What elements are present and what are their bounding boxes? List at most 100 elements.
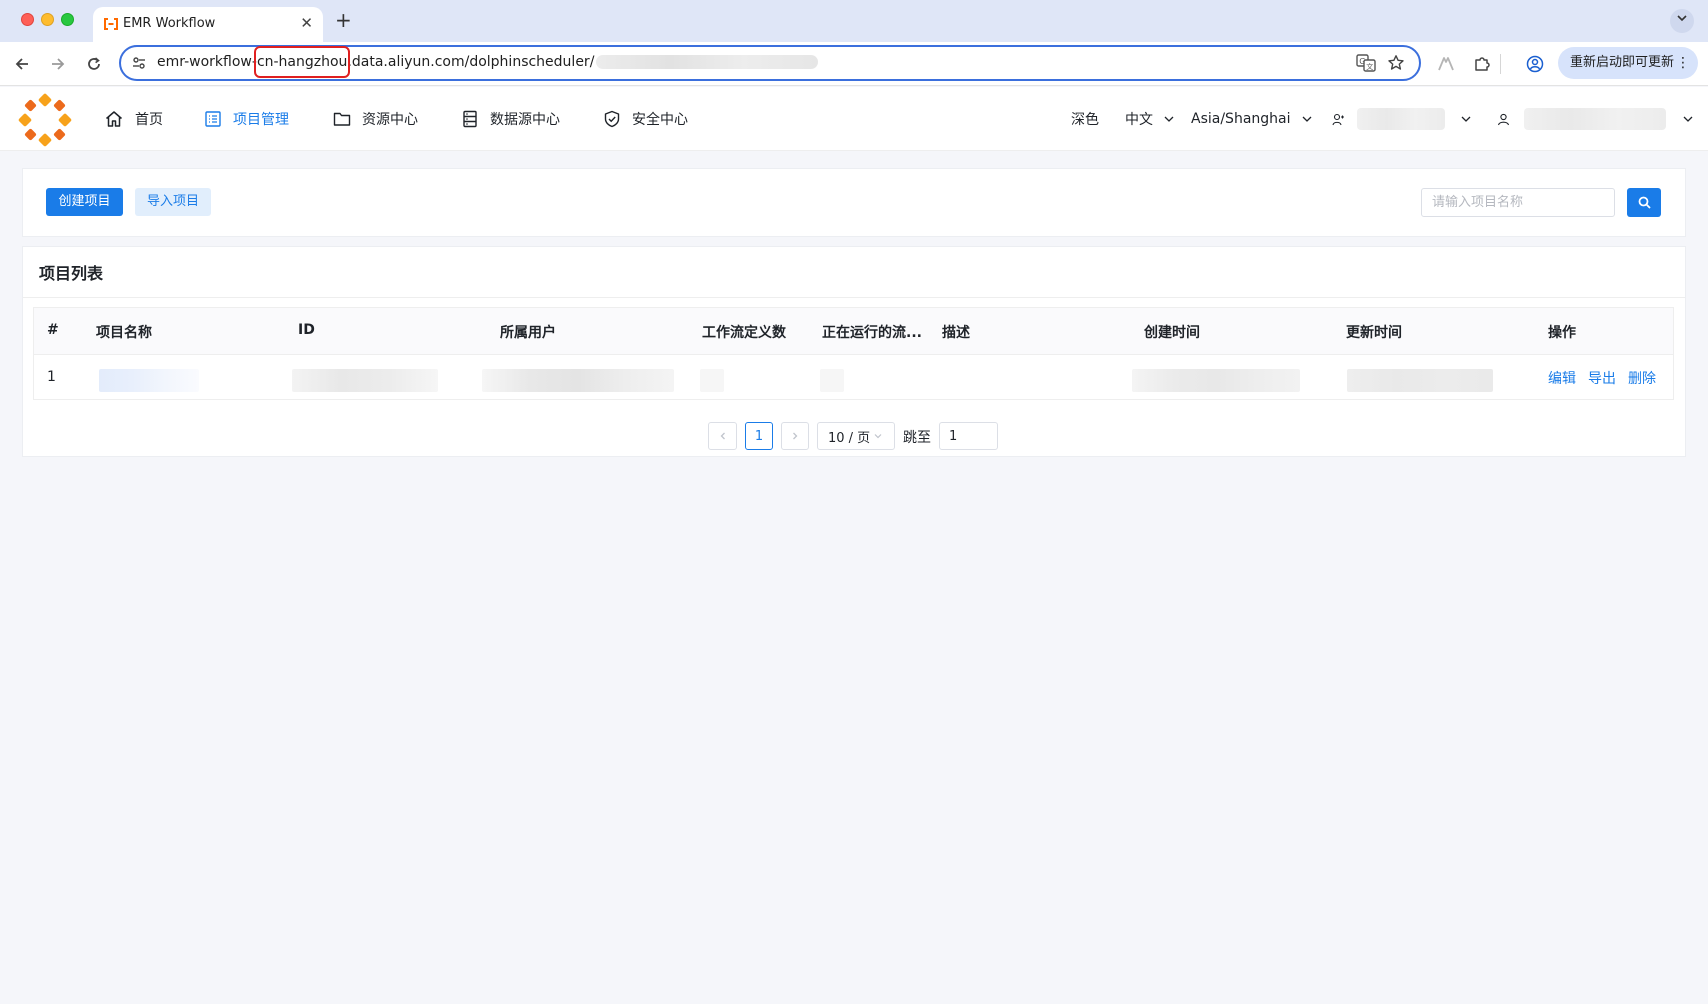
running-count-redacted [820,369,844,392]
create-project-button[interactable]: 创建项目 [46,188,123,216]
chevron-down-icon [1164,116,1174,122]
extension-a-icon[interactable] [1433,51,1459,77]
chevron-left-icon [720,432,725,440]
database-icon [463,110,477,128]
row-index: 1 [47,369,56,385]
prev-page-button[interactable] [708,422,737,450]
column-header-description: 描述 [942,325,970,341]
column-header-id: ID [298,322,315,338]
url-text[interactable]: emr-workflow-cn-hangzhou.data.aliyun.com… [157,54,819,70]
toolbar-divider [1500,54,1501,74]
project-search-input[interactable] [1421,188,1615,217]
import-project-button[interactable]: 导入项目 [135,188,211,216]
chevron-down-icon [1683,116,1693,122]
column-header-running-count: 正在运行的流... [822,325,922,341]
menu-item-datasource-label: 数据源中心 [490,112,560,128]
browser-tab[interactable]: EMR Workflow ✕ [93,7,323,42]
menu-item-home-label: 首页 [135,112,163,128]
page-size-select[interactable]: 10 / 页 [817,422,895,450]
profile-avatar-icon[interactable] [1522,51,1548,77]
forward-arrow-icon[interactable] [45,51,71,77]
new-tab-button[interactable]: + [335,8,352,32]
url-suffix: .data.aliyun.com/dolphinscheduler/ [347,54,595,70]
menu-item-home[interactable]: 首页 [104,87,163,151]
svg-text:文: 文 [1366,62,1373,71]
browser-tab-bar: EMR Workflow ✕ + [0,0,1708,42]
more-vertical-icon: ⋮ [1676,55,1690,71]
tenant-dropdown[interactable] [1460,87,1472,151]
project-list-title: 项目列表 [39,264,104,283]
back-arrow-icon[interactable] [9,51,35,77]
user-dropdown[interactable] [1682,87,1694,151]
project-id-redacted [292,369,438,392]
address-bar[interactable]: emr-workflow-cn-hangzhou.data.aliyun.com… [119,45,1421,81]
column-header-name: 项目名称 [96,325,152,341]
restart-update-label: 重新启动即可更新 [1570,55,1675,70]
table-header-row: # 项目名称 ID 所属用户 工作流定义数 正在运行的流... 描述 创建时间 … [34,308,1673,355]
column-header-actions: 操作 [1548,325,1576,341]
app-header: 首页 项目管理 资源中心 数据源中心 安全中心 深色 中文 Asia/Shang… [0,87,1708,151]
user-menu[interactable] [1497,87,1510,151]
username-redacted [1524,108,1666,130]
export-project-link[interactable]: 导出 [1588,368,1616,388]
title-divider [23,297,1685,298]
next-page-button[interactable] [781,422,809,450]
column-header-index: # [47,322,59,338]
workflow-count-redacted [700,369,724,392]
dolphinscheduler-logo-icon[interactable] [18,93,72,147]
column-header-owner: 所属用户 [500,325,556,341]
maximize-window-button[interactable] [61,13,74,26]
chevron-down-icon [1302,116,1311,122]
search-button[interactable] [1627,188,1661,217]
url-redacted [596,55,819,69]
project-list-icon [205,111,221,127]
chevron-right-icon [793,432,798,440]
language-select[interactable]: 中文 [1125,87,1175,151]
menu-item-projects-label: 项目管理 [233,112,289,128]
menu-item-security-label: 安全中心 [632,112,688,128]
home-icon [106,111,122,127]
column-header-workflow-count: 工作流定义数 [702,325,786,341]
project-owner-redacted [482,369,674,392]
tenant-user-icon [1332,113,1344,125]
chevron-down-icon [874,434,882,439]
site-settings-icon[interactable] [131,55,147,71]
tab-search-chevron-icon[interactable] [1670,9,1694,33]
browser-toolbar: emr-workflow-cn-hangzhou.data.aliyun.com… [0,42,1708,86]
delete-project-link[interactable]: 删除 [1628,368,1656,388]
restart-update-button[interactable]: 重新启动即可更新 ⋮ [1558,47,1698,79]
translate-icon[interactable]: G文 [1356,54,1376,76]
create-time-redacted [1132,369,1300,392]
reload-icon[interactable] [81,51,107,77]
folder-icon [333,112,351,126]
page-size-label: 10 / 页 [828,430,871,446]
column-header-create-time: 创建时间 [1144,325,1200,341]
timezone-select[interactable]: Asia/Shanghai [1191,87,1313,151]
tab-title: EMR Workflow [123,16,216,31]
tenant-select[interactable] [1332,87,1345,151]
page-number-button[interactable]: 1 [745,422,773,450]
jump-page-input[interactable] [939,422,998,450]
menu-item-projects[interactable]: 项目管理 [204,87,289,151]
menu-item-resources[interactable]: 资源中心 [333,87,418,151]
update-time-redacted [1347,369,1493,392]
project-table: # 项目名称 ID 所属用户 工作流定义数 正在运行的流... 描述 创建时间 … [33,307,1674,400]
extensions-puzzle-icon[interactable] [1469,51,1495,77]
menu-item-security[interactable]: 安全中心 [603,87,688,151]
minimize-window-button[interactable] [41,13,54,26]
project-name-link-redacted[interactable] [99,369,199,392]
menu-item-resources-label: 资源中心 [362,112,418,128]
menu-item-datasource[interactable]: 数据源中心 [461,87,560,151]
edit-project-link[interactable]: 编辑 [1548,368,1576,388]
theme-toggle[interactable]: 深色 [1071,87,1099,151]
tab-close-icon[interactable]: ✕ [300,14,313,32]
url-region-highlight: cn-hangzhou [256,54,348,70]
bookmark-star-icon[interactable] [1387,54,1405,76]
column-header-update-time: 更新时间 [1346,325,1402,341]
shield-check-icon [604,110,620,128]
close-window-button[interactable] [21,13,34,26]
tenant-name-redacted [1357,108,1445,130]
url-prefix: emr-workflow- [157,54,257,70]
language-label: 中文 [1125,112,1153,128]
chevron-down-icon [1461,116,1471,122]
